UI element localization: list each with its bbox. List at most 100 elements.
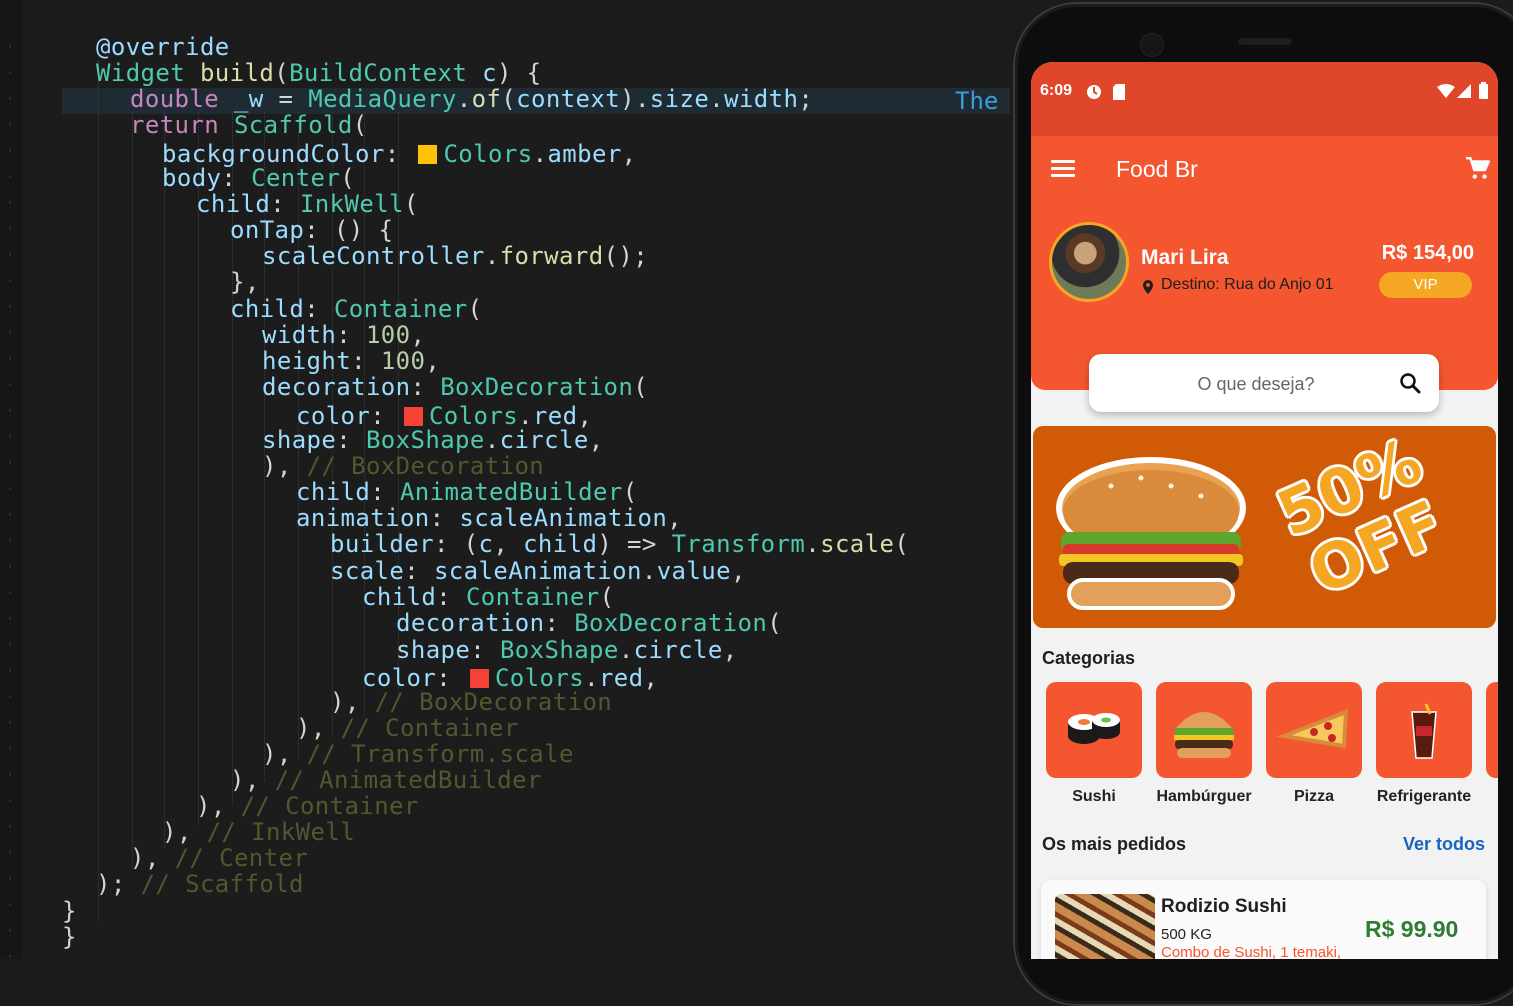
code-token: . bbox=[484, 242, 500, 270]
gutter-mark: · bbox=[6, 638, 14, 653]
wifi-icon bbox=[1437, 84, 1455, 98]
code-line[interactable]: child: InkWell( bbox=[196, 191, 419, 217]
code-line[interactable]: ), // Transform.scale bbox=[262, 741, 574, 767]
code-token: : bbox=[221, 164, 252, 192]
code-token: 100 bbox=[380, 347, 426, 375]
app-header: Food Br Mari Lira Destino: Rua do Anjo 0… bbox=[1031, 136, 1498, 390]
search-icon[interactable] bbox=[1399, 372, 1421, 394]
gutter-mark: · bbox=[6, 612, 14, 627]
gutter-mark: · bbox=[6, 274, 14, 289]
code-token: height bbox=[262, 347, 352, 375]
code-token: ( bbox=[340, 164, 356, 192]
code-token: : bbox=[429, 504, 460, 532]
code-token: . bbox=[641, 557, 657, 585]
code-line[interactable]: ), // BoxDecoration bbox=[330, 689, 612, 715]
code-line[interactable]: height: 100, bbox=[262, 348, 440, 374]
code-line[interactable]: animation: scaleAnimation, bbox=[296, 505, 682, 531]
category-hamburguer[interactable]: Hambúrguer bbox=[1156, 682, 1252, 806]
code-token: ) { bbox=[496, 59, 542, 87]
signal-icon bbox=[1457, 84, 1471, 98]
code-line[interactable]: ), // InkWell bbox=[162, 819, 355, 845]
category-next-peek[interactable] bbox=[1486, 682, 1498, 778]
gutter-mark: · bbox=[6, 404, 14, 419]
code-line[interactable]: child: Container( bbox=[230, 296, 482, 322]
code-line[interactable]: @override bbox=[96, 34, 230, 60]
code-token: } bbox=[62, 897, 77, 925]
category-label: Refrigerante bbox=[1376, 788, 1472, 805]
code-line[interactable]: ), // Container bbox=[196, 793, 419, 819]
category-label: Pizza bbox=[1293, 788, 1334, 805]
code-line[interactable]: Widget build(BuildContext c) { bbox=[96, 60, 542, 86]
code-token: . bbox=[532, 140, 548, 168]
code-token: // Center bbox=[174, 844, 309, 872]
code-token: BoxShape bbox=[499, 636, 619, 664]
code-lines[interactable]: @override Widget build(BuildContext c) {d… bbox=[62, 0, 1010, 959]
search-box bbox=[1089, 354, 1439, 414]
cart-icon[interactable] bbox=[1465, 156, 1491, 182]
code-token: , bbox=[730, 557, 746, 585]
code-line[interactable]: decoration: BoxDecoration( bbox=[396, 610, 782, 636]
code-line[interactable]: return Scaffold( bbox=[130, 112, 368, 138]
code-line[interactable]: ), // Center bbox=[130, 845, 308, 871]
code-line[interactable]: } bbox=[62, 924, 77, 950]
category-pizza[interactable]: Pizza bbox=[1266, 682, 1362, 806]
category-sushi[interactable]: Sushi bbox=[1046, 682, 1142, 806]
code-token: , bbox=[588, 426, 604, 454]
category-label: Hambúrguer bbox=[1156, 788, 1252, 805]
code-token: // BoxDecoration bbox=[306, 452, 545, 480]
code-line[interactable]: }, bbox=[230, 269, 260, 295]
code-token: animation bbox=[296, 504, 430, 532]
gutter-mark: · bbox=[6, 768, 14, 783]
code-line[interactable]: shape: BoxShape.circle, bbox=[396, 637, 738, 663]
code-line[interactable]: } bbox=[62, 898, 77, 924]
code-line[interactable]: shape: BoxShape.circle, bbox=[262, 427, 604, 453]
code-token: ; bbox=[798, 85, 814, 113]
code-line[interactable]: child: AnimatedBuilder( bbox=[296, 479, 638, 505]
earpiece-speaker bbox=[1238, 38, 1292, 45]
code-line[interactable]: scaleController.forward(); bbox=[262, 243, 648, 269]
code-line[interactable]: ); // Scaffold bbox=[96, 871, 304, 897]
code-line[interactable]: onTap: () { bbox=[230, 217, 393, 243]
code-token: : bbox=[384, 140, 415, 168]
code-token: , bbox=[410, 321, 426, 349]
code-token: BoxShape bbox=[365, 426, 485, 454]
gutter-mark: · bbox=[6, 144, 14, 159]
gutter-mark: · bbox=[6, 586, 14, 601]
code-line[interactable]: width: 100, bbox=[262, 322, 425, 348]
code-token: Center bbox=[251, 164, 341, 192]
code-token: Container bbox=[465, 583, 600, 611]
code-editor[interactable]: · · · · · · · · · · · · · · · · · · · · · · · · · · · · · · · · · · · · @ov… bbox=[0, 0, 1010, 959]
code-line[interactable]: ), // AnimatedBuilder bbox=[230, 767, 542, 793]
color-swatch-icon bbox=[403, 407, 423, 426]
menu-icon[interactable] bbox=[1051, 160, 1075, 178]
code-token: : bbox=[410, 373, 441, 401]
categories-title: Categorias bbox=[1042, 648, 1136, 668]
code-token: Scaffold bbox=[233, 111, 353, 139]
code-token: ), bbox=[262, 740, 307, 768]
order-card[interactable]: Rodizio Sushi 500 KG Combo de Sushi, 1 t… bbox=[1041, 880, 1486, 959]
code-token: child bbox=[296, 478, 371, 506]
code-token: child bbox=[196, 190, 271, 218]
indent-guide bbox=[164, 112, 165, 848]
code-line[interactable]: ), // Container bbox=[296, 715, 519, 741]
category-refrigerante[interactable]: Refrigerante bbox=[1376, 682, 1472, 806]
code-token: ( bbox=[501, 85, 517, 113]
code-line[interactable]: body: Center( bbox=[162, 165, 355, 191]
code-token: : bbox=[270, 190, 300, 218]
gutter-mark: · bbox=[6, 378, 14, 393]
avatar[interactable] bbox=[1049, 222, 1129, 302]
promo-banner[interactable]: 50% OFF bbox=[1033, 426, 1496, 628]
code-line[interactable]: double _w = MediaQuery.of(context).size.… bbox=[130, 86, 813, 112]
code-line[interactable]: ), // BoxDecoration bbox=[262, 453, 544, 479]
gutter-mark: · bbox=[6, 664, 14, 679]
code-line[interactable]: builder: (c, child) => Transform.scale( bbox=[330, 531, 909, 557]
search-input[interactable] bbox=[1089, 354, 1423, 414]
code-line[interactable]: decoration: BoxDecoration( bbox=[262, 374, 648, 400]
gutter-mark: · bbox=[6, 456, 14, 471]
inline-hint: The bbox=[955, 87, 999, 115]
code-line[interactable]: child: Container( bbox=[362, 584, 614, 610]
code-token: size bbox=[649, 85, 710, 113]
see-all-link[interactable]: Ver todos bbox=[1403, 834, 1485, 855]
code-line[interactable]: scale: scaleAnimation.value, bbox=[330, 558, 746, 584]
pizza-icon bbox=[1276, 709, 1349, 749]
